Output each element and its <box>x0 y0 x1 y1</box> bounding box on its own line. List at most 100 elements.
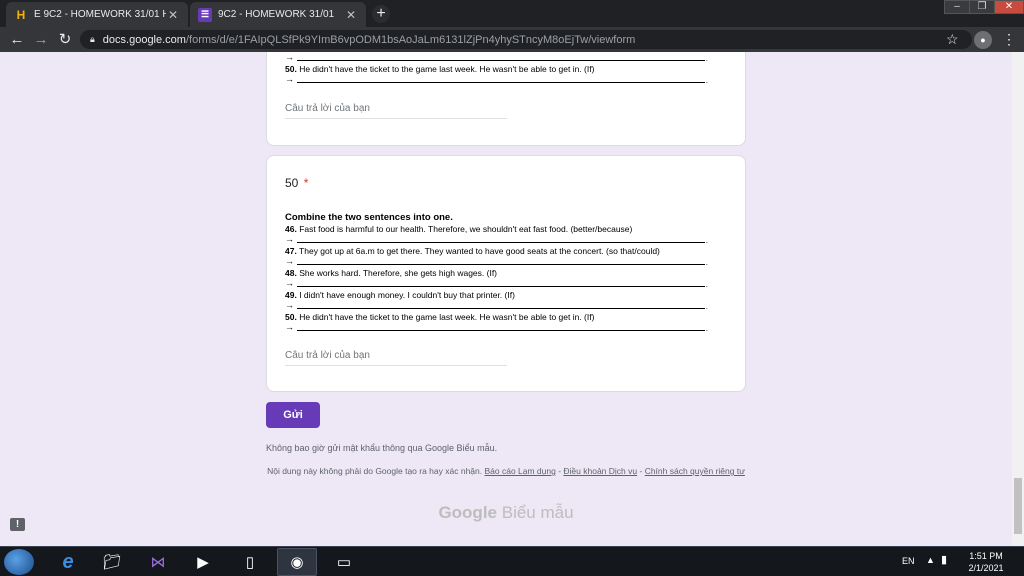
arrow-glyph: → <box>285 52 294 62</box>
address-bar[interactable]: 🔒︎ docs.google.com /forms/d/e/1FAIpQLSfP… <box>80 30 972 49</box>
item-text: Fast food is harmful to our health. Ther… <box>299 224 633 234</box>
minimize-button[interactable]: – <box>944 0 970 14</box>
arrow-glyph: → <box>285 300 294 310</box>
clock-date: 2/1/2021 <box>968 563 1004 573</box>
answer-line: → . <box>285 74 717 86</box>
line-end: . <box>705 54 708 63</box>
terms-link[interactable]: Điều khoản Dịch vụ <box>563 466 637 476</box>
answer-line: → . <box>285 234 717 246</box>
close-icon[interactable]: ✕ <box>344 8 358 22</box>
exercise-item: 46. Fast food is harmful to our health. … <box>285 224 717 235</box>
window-close-button[interactable]: ✕ <box>994 0 1024 14</box>
rule-line <box>297 264 705 265</box>
internet-explorer-icon[interactable]: e <box>48 548 88 576</box>
exercise-item: 49. I didn't have enough money. I couldn… <box>285 290 717 301</box>
report-feedback-icon[interactable]: ! <box>10 518 25 531</box>
exercise-item: 50. He didn't have the ticket to the gam… <box>285 312 717 323</box>
new-tab-button[interactable]: + <box>372 5 390 23</box>
footer-disclaimer: Nội dung này không phải do Google tạo ra… <box>266 466 746 477</box>
h-letter-icon: H <box>16 7 26 22</box>
visual-studio-icon[interactable]: ⋈ <box>138 548 178 576</box>
answer-line: → . <box>285 256 717 268</box>
network-icon[interactable]: ▮ <box>941 553 947 566</box>
required-asterisk: * <box>303 176 309 190</box>
question-title: 50 * <box>285 176 308 190</box>
language-indicator[interactable]: EN <box>902 556 915 566</box>
exercise-item: 48. She works hard. Therefore, she gets … <box>285 268 717 279</box>
url-path: /forms/d/e/1FAIpQLSfPk9YImB6vpODM1bsAoJa… <box>185 33 636 46</box>
os-taskbar: e 📁︎ ⋈ ▶ ▯ ◉ ▭ EN ▲ ▮ 1:51 PM 2/1/2021 <box>0 546 1024 576</box>
exercise-heading: Combine the two sentences into one. <box>285 212 453 223</box>
privacy-link[interactable]: Chính sách quyền riêng tư <box>645 466 745 476</box>
system-clock[interactable]: 1:51 PM 2/1/2021 <box>960 550 1012 574</box>
line-end: . <box>705 324 708 333</box>
kebab-menu-icon[interactable]: ⋮ <box>1002 31 1016 48</box>
item-number: 50. <box>285 64 297 74</box>
line-end: . <box>705 236 708 245</box>
disclaimer-text: Nội dung này không phải do Google tạo ra… <box>267 466 483 476</box>
maximize-button[interactable]: ❐ <box>969 0 995 14</box>
profile-avatar[interactable]: ● <box>974 31 992 49</box>
item-text: He didn't have the ticket to the game la… <box>299 312 595 322</box>
separator: - <box>637 466 645 476</box>
line-end: . <box>705 76 708 85</box>
answer-line: → . <box>285 300 717 312</box>
forms-icon: ☰ <box>198 7 212 22</box>
line-end: . <box>705 258 708 267</box>
google-forms-logo[interactable]: Google Biểu mẫu <box>266 503 746 523</box>
arrow-glyph: → <box>285 74 294 84</box>
report-abuse-link[interactable]: Báo cáo Lạm dụng <box>484 466 555 476</box>
item-number: 46. <box>285 224 297 234</box>
document-icon[interactable]: ▯ <box>230 548 270 576</box>
answer-line: → . <box>285 322 717 334</box>
forward-arrow-icon[interactable]: → <box>32 31 50 49</box>
rule-line <box>297 286 705 287</box>
answer-input[interactable]: Câu trả lời của bạn <box>285 350 507 366</box>
reload-icon[interactable]: ↻ <box>56 31 74 49</box>
brand-product: Biểu mẫu <box>501 503 574 522</box>
url-host: docs.google.com <box>102 33 186 46</box>
item-number: 48. <box>285 268 297 278</box>
start-button[interactable] <box>4 549 34 575</box>
rule-line <box>297 330 705 331</box>
browser-toolbar: ← → ↻ 🔒︎ docs.google.com /forms/d/e/1FAI… <box>0 27 1024 52</box>
lock-icon: 🔒︎ <box>90 34 95 44</box>
line-end: . <box>705 302 708 311</box>
item-number: 49. <box>285 290 297 300</box>
answer-input[interactable]: Câu trả lời của bạn <box>285 103 507 119</box>
submit-button[interactable]: Gửi <box>266 402 320 428</box>
item-text: They got up at 6a.m to get there. They w… <box>299 246 660 256</box>
item-text: She works hard. Therefore, she gets high… <box>299 268 498 278</box>
app-window-icon[interactable]: ▭ <box>324 548 364 576</box>
question-card-50: 50 * Combine the two sentences into one.… <box>266 155 746 392</box>
browser-tab-strip: H E 9C2 - HOMEWORK 31/01 H 0 1 ✕ ☰ 9C2 -… <box>0 0 1024 27</box>
question-number: 50 <box>285 176 299 190</box>
scrollbar[interactable] <box>1012 52 1024 546</box>
exercise-item: 47. They got up at 6a.m to get there. Th… <box>285 246 717 257</box>
question-card-previous: → . 50. He didn't have the ticket to the… <box>266 52 746 146</box>
brand-google: Google <box>438 503 497 522</box>
answer-line: → . <box>285 278 717 290</box>
rule-line <box>297 242 705 243</box>
clock-time: 1:51 PM <box>969 551 1003 561</box>
bookmark-star-icon[interactable]: ☆ <box>946 31 959 48</box>
arrow-glyph: → <box>285 278 294 288</box>
tab-homework-h[interactable]: H E 9C2 - HOMEWORK 31/01 H 0 1 ✕ <box>6 2 188 27</box>
question-image: → . 50. He didn't have the ticket to the… <box>285 52 717 86</box>
item-text: I didn't have enough money. I couldn't b… <box>299 290 515 300</box>
tab-homework-form[interactable]: ☰ 9C2 - HOMEWORK 31/01 ✕ <box>190 2 366 27</box>
page-viewport: → . 50. He didn't have the ticket to the… <box>0 52 1024 546</box>
chrome-icon[interactable]: ◉ <box>277 548 317 576</box>
rule-line <box>297 60 705 61</box>
arrow-glyph: → <box>285 234 294 244</box>
question-image: Combine the two sentences into one. 46. … <box>285 212 717 334</box>
folder-icon[interactable]: 📁︎ <box>92 548 132 576</box>
media-player-icon[interactable]: ▶ <box>183 548 223 576</box>
scrollbar-thumb[interactable] <box>1014 478 1022 534</box>
rule-line <box>297 82 705 83</box>
arrow-glyph: → <box>285 322 294 332</box>
tray-expand-icon[interactable]: ▲ <box>926 555 935 565</box>
back-arrow-icon[interactable]: ← <box>8 31 26 49</box>
close-icon[interactable]: ✕ <box>166 8 180 22</box>
answer-line: → . <box>285 52 717 64</box>
